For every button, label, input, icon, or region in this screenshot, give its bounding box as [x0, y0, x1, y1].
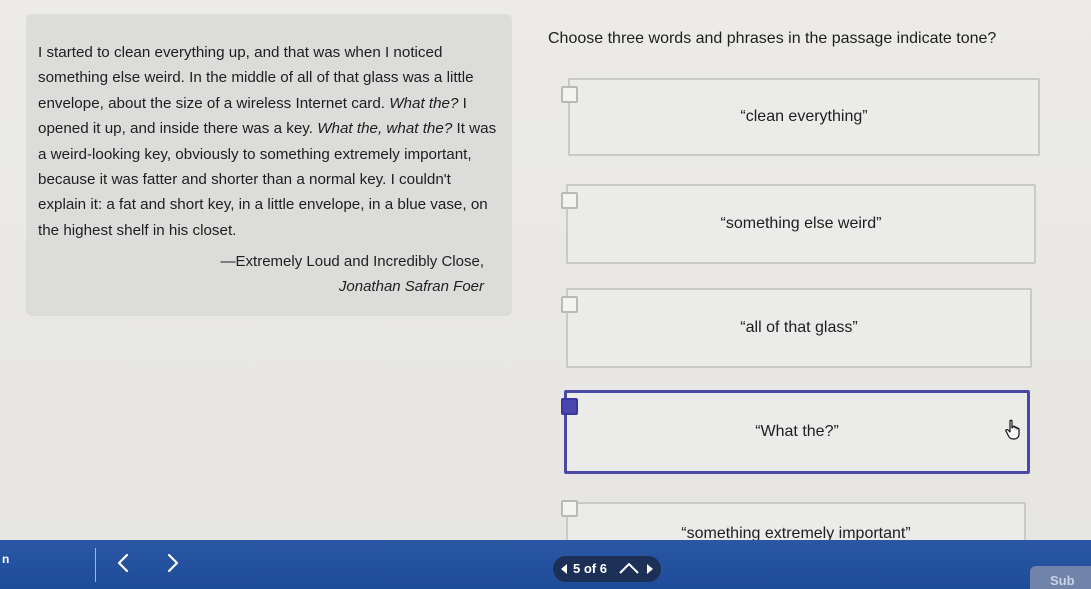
footer-divider [95, 548, 96, 582]
answer-option-2[interactable]: “something else weird” [566, 184, 1036, 264]
passage-italic-segment: What the? [389, 94, 459, 112]
submit-button[interactable]: Sub [1030, 566, 1091, 589]
passage-italic-segment: What the, what the? [317, 120, 453, 138]
answer-option-label: “something else weird” [720, 215, 882, 232]
caret-up-icon[interactable] [617, 560, 641, 576]
question-prompt: Choose three words and phrases in the pa… [548, 30, 997, 47]
passage-attribution: —Extremely Loud and Incredibly Close, Jo… [38, 249, 498, 299]
chevron-left-icon[interactable] [108, 548, 138, 578]
pointing-hand-icon [1005, 419, 1020, 440]
footer-left-stub: n [2, 552, 10, 566]
passage-card: I started to clean everything up, and th… [26, 14, 512, 316]
answer-option-label: “clean everything” [740, 108, 868, 125]
answer-option-4[interactable]: “What the?” [564, 390, 1030, 474]
page-indicator-text: 5 of 6 [573, 561, 607, 576]
answer-option-label: “all of that glass” [740, 319, 858, 336]
triangle-right-icon[interactable] [647, 564, 653, 574]
answer-checkbox-3[interactable] [561, 296, 578, 313]
chevron-right-icon[interactable] [158, 548, 188, 578]
page-indicator[interactable]: 5 of 6 [553, 556, 661, 582]
author-name: Jonathan Safran Foer [338, 278, 484, 296]
answer-checkbox-4[interactable] [561, 398, 578, 415]
passage-segment: It was a weird-looking key, obviously to… [38, 120, 497, 239]
answer-option-label: “What the?” [755, 423, 839, 440]
navigation-bar: n 5 of 6 Sub [0, 540, 1091, 589]
passage-text: I started to clean everything up, and th… [38, 40, 498, 243]
source-title: —Extremely Loud and Incredibly Close, [220, 253, 484, 271]
answer-checkbox-5[interactable] [561, 500, 578, 517]
triangle-left-icon[interactable] [561, 564, 567, 574]
answer-checkbox-1[interactable] [561, 86, 578, 103]
answer-option-1[interactable]: “clean everything” [568, 78, 1040, 156]
answer-option-3[interactable]: “all of that glass” [566, 288, 1032, 368]
answer-checkbox-2[interactable] [561, 192, 578, 209]
assessment-page: I started to clean everything up, and th… [0, 0, 1091, 589]
